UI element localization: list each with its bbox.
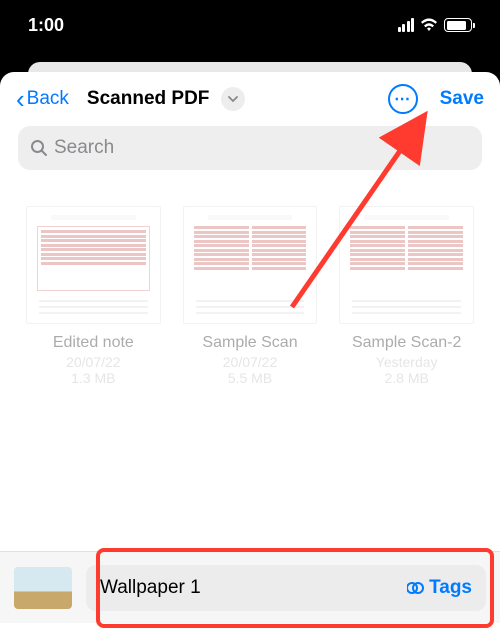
status-time: 1:00 [28, 15, 64, 36]
filename-input[interactable]: Wallpaper 1 Tags [86, 565, 486, 611]
rename-bar: Wallpaper 1 Tags [0, 551, 500, 623]
file-size: 5.5 MB [183, 370, 318, 386]
file-date: 20/07/22 [26, 354, 161, 370]
file-item[interactable]: Edited note 20/07/22 1.3 MB [26, 206, 161, 386]
file-date: Yesterday [339, 354, 474, 370]
chevron-down-icon [228, 96, 238, 102]
save-sheet: ‹ Back Scanned PDF ⋯ Save Search Edited … [0, 72, 500, 631]
battery-icon [444, 18, 472, 32]
search-placeholder: Search [54, 137, 114, 159]
tags-label: Tags [429, 577, 472, 599]
file-name: Sample Scan [183, 334, 318, 352]
file-preview-thumb[interactable] [14, 567, 72, 609]
search-input[interactable]: Search [18, 126, 482, 170]
file-size: 2.8 MB [339, 370, 474, 386]
tags-button[interactable]: Tags [407, 577, 472, 599]
tags-icon [407, 581, 425, 595]
file-size: 1.3 MB [26, 370, 161, 386]
file-date: 20/07/22 [183, 354, 318, 370]
file-thumbnail [183, 206, 318, 324]
file-name: Edited note [26, 334, 161, 352]
nav-bar: ‹ Back Scanned PDF ⋯ Save [0, 72, 500, 126]
file-item[interactable]: Sample Scan 20/07/22 5.5 MB [183, 206, 318, 386]
file-grid: Edited note 20/07/22 1.3 MB Sample Scan … [0, 184, 500, 408]
search-icon [30, 139, 48, 157]
signal-icon [398, 18, 415, 32]
wifi-icon [420, 18, 438, 32]
page-title: Scanned PDF [87, 88, 209, 110]
save-button[interactable]: Save [440, 88, 484, 110]
file-thumbnail [339, 206, 474, 324]
title-dropdown[interactable] [221, 87, 245, 111]
filename-value: Wallpaper 1 [100, 577, 407, 599]
status-bar: 1:00 [0, 0, 500, 50]
more-button[interactable]: ⋯ [388, 84, 418, 114]
ellipsis-icon: ⋯ [394, 89, 411, 109]
back-label: Back [27, 88, 69, 110]
back-button[interactable]: ‹ Back [16, 86, 69, 112]
file-item[interactable]: Sample Scan-2 Yesterday 2.8 MB [339, 206, 474, 386]
status-icons [398, 18, 473, 32]
file-name: Sample Scan-2 [339, 334, 474, 352]
file-thumbnail [26, 206, 161, 324]
chevron-left-icon: ‹ [16, 86, 25, 112]
